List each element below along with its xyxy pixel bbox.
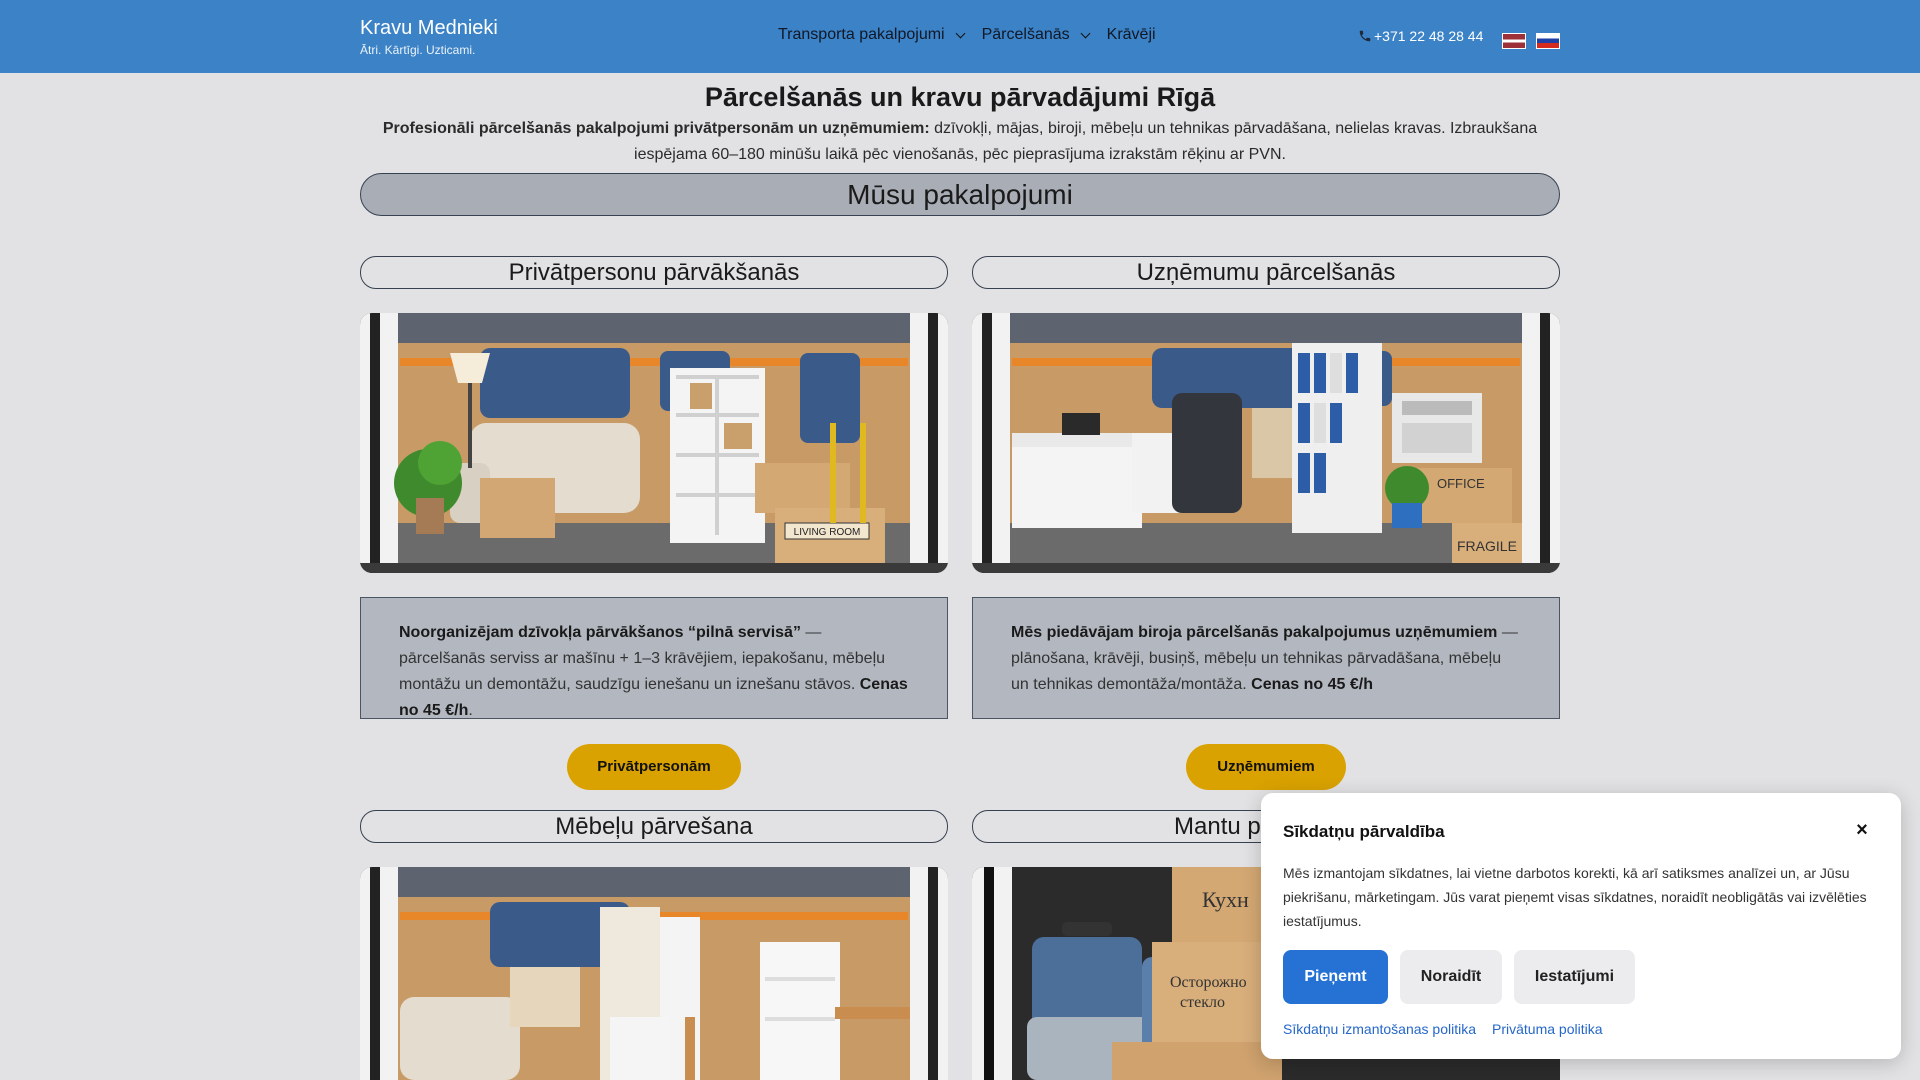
card-title-private: Privātpersonu pārvākšanās [360,256,948,289]
ostorozhno-label: Осторожно [1170,974,1247,991]
hero-desc-bold: Profesionāli pārcelšanās pakalpojumi pri… [382,120,930,137]
services-heading: Mūsu pakalpojumi [360,173,1560,216]
cookie-title: Sīkdatņu pārvaldība [1283,822,1445,841]
nav-movers-label: Krāvēji [1106,26,1156,43]
private-move-description: Noorganizējam dzīvokļa pārvākšanos “piln… [360,597,948,719]
kuhnya-label: Кухн [1202,887,1249,912]
brand-tagline: Ātri. Kārtīgi. Uzticami. [360,43,476,57]
private-persons-button[interactable]: Privātpersonām [567,744,741,790]
decline-cookies-button[interactable]: Noraidīt [1400,950,1502,1004]
business-move-description: Mēs piedāvājam biroja pārcelšanās pakalp… [972,597,1560,719]
fragile-label: FRAGILE [1457,538,1517,554]
living-room-label: LIVING ROOM [794,527,861,538]
phone-icon [1359,30,1371,42]
accept-cookies-button[interactable]: Pieņemt [1283,950,1388,1004]
latvian-flag-icon[interactable] [1502,33,1526,49]
brand-name: Kravu Mednieki [360,17,498,39]
nav-relocation[interactable]: Pārcelšanās [982,26,1095,44]
cookie-policy-link[interactable]: Sīkdatņu izmantošanas politika [1283,1021,1476,1037]
chevron-down-icon [955,28,966,38]
cookie-consent-dialog: Sīkdatņu pārvaldība × Mēs izmantojam sīk… [1261,793,1901,1059]
main-nav: Transporta pakalpojumi Pārcelšanās Krāvē… [778,26,1156,44]
businesses-button[interactable]: Uzņēmumiem [1186,744,1346,790]
nav-transport-label: Transporta pakalpojumi [778,26,945,43]
cookie-settings-button[interactable]: Iestatījumi [1514,950,1635,1004]
brand[interactable]: Kravu Mednieki Ātri. Kārtīgi. Uzticami. [360,17,498,57]
nav-transport[interactable]: Transporta pakalpojumi [778,26,970,44]
cookie-text: Mēs izmantojam sīkdatnes, lai vietne dar… [1283,865,1867,929]
close-icon[interactable]: × [1851,819,1873,841]
private-desc-bold: Noorganizējam dzīvokļa pārvākšanos “piln… [399,624,801,641]
hero-description: Profesionāli pārcelšanās pakalpojumi pri… [360,116,1560,168]
phone-number: +371 22 48 28 44 [1374,28,1484,44]
site-header: Kravu Mednieki Ātri. Kārtīgi. Uzticami. … [0,0,1920,73]
office-label: OFFICE [1437,476,1485,491]
business-move-photo: OFFICE FRAGILE [972,313,1560,573]
privacy-policy-link[interactable]: Privātuma politika [1492,1021,1603,1037]
private-move-photo: LIVING ROOM [360,313,948,573]
nav-movers[interactable]: Krāvēji [1107,26,1156,44]
chevron-down-icon [1080,28,1091,38]
card-title-business: Uzņēmumu pārcelšanās [972,256,1560,289]
language-switcher [1502,33,1560,49]
cookie-policy-links: Sīkdatņu izmantošanas politika Privātuma… [1283,1021,1603,1037]
nav-relocation-label: Pārcelšanās [981,26,1070,43]
card-title-belongings-text: Mantu p [1174,813,1261,840]
phone-link[interactable]: +371 22 48 28 44 [1358,28,1483,44]
steklo-label: стекло [1180,994,1225,1011]
business-desc-bold: Mēs piedāvājam biroja pārcelšanās pakalp… [1011,624,1498,641]
russian-flag-icon[interactable] [1536,33,1560,49]
business-price: Cenas no 45 €/h [1251,676,1373,693]
furniture-move-photo [360,867,948,1080]
page-title: Pārcelšanās un kravu pārvadājumi Rīgā [704,82,1216,112]
card-title-furniture: Mēbeļu pārvešana [360,810,948,843]
